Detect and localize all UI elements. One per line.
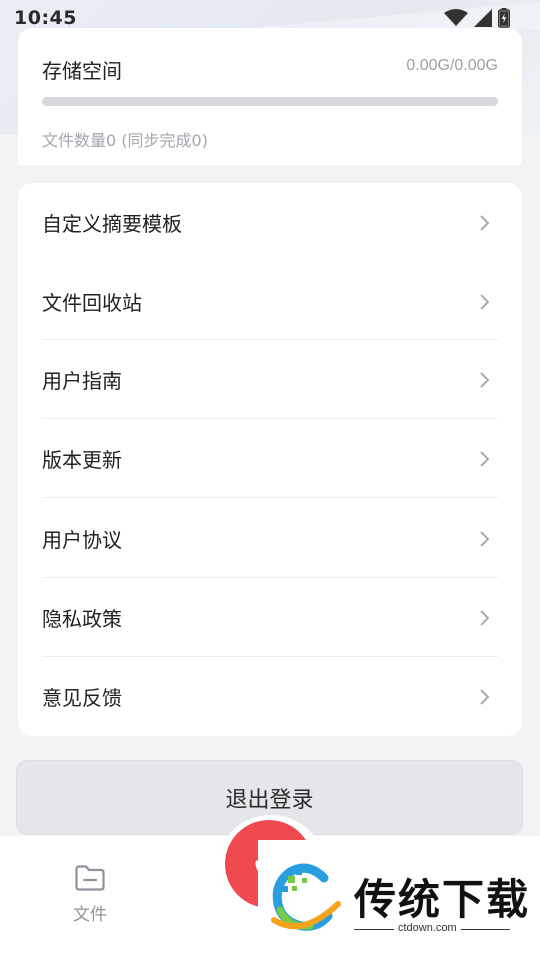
menu-item-version-update[interactable]: 版本更新 xyxy=(42,419,498,498)
menu-item-label: 意见反馈 xyxy=(42,686,122,710)
chevron-right-icon xyxy=(480,214,490,231)
menu-item-feedback[interactable]: 意见反馈 xyxy=(42,657,498,736)
menu-item-label: 自定义摘要模板 xyxy=(42,212,182,236)
storage-progress-bar xyxy=(42,97,498,106)
storage-card: 存储空间 0.00G/0.00G 文件数量0 (同步完成0) xyxy=(18,28,522,165)
menu-item-user-agreement[interactable]: 用户协议 xyxy=(42,499,498,578)
ctdown-logo-icon xyxy=(271,863,341,931)
chevron-right-icon xyxy=(480,609,490,626)
cell-signal-icon xyxy=(474,9,492,27)
menu-item-label: 用户协议 xyxy=(42,528,122,552)
battery-charging-icon xyxy=(498,8,510,28)
menu-divider xyxy=(42,497,498,498)
menu-item-user-guide[interactable]: 用户指南 xyxy=(42,340,498,419)
menu-item-label: 版本更新 xyxy=(42,448,122,472)
status-time: 10:45 xyxy=(14,7,77,29)
folder-icon xyxy=(75,865,105,891)
menu-item-file-recycle-bin[interactable]: 文件回收站 xyxy=(42,262,498,341)
storage-title: 存储空间 xyxy=(42,59,122,83)
storage-value: 0.00G/0.00G xyxy=(406,57,498,74)
watermark-url: ctdown.com xyxy=(394,922,461,934)
status-icons xyxy=(444,8,510,28)
chevron-right-icon xyxy=(480,450,490,467)
menu-item-label: 用户指南 xyxy=(42,369,122,393)
menu-item-privacy-policy[interactable]: 隐私政策 xyxy=(42,578,498,657)
chevron-right-icon xyxy=(480,530,490,547)
watermark-text: 传统下载 xyxy=(354,875,531,924)
chevron-right-icon xyxy=(480,293,490,310)
menu-item-label: 隐私政策 xyxy=(42,607,122,631)
wifi-icon xyxy=(444,9,468,27)
file-count: 文件数量0 (同步完成0) xyxy=(42,131,208,150)
nav-tab-files[interactable]: 文件 xyxy=(60,864,120,925)
menu-item-label: 文件回收站 xyxy=(42,291,142,315)
watermark: 传统下载 ctdown.com xyxy=(258,840,540,960)
menu-card: 自定义摘要模板 文件回收站 用户指南 版本更新 用户协议 隐私政策 意见反馈 xyxy=(18,183,522,736)
chevron-right-icon xyxy=(480,688,490,705)
menu-item-custom-summary-template[interactable]: 自定义摘要模板 xyxy=(42,183,498,262)
nav-tab-files-label: 文件 xyxy=(73,905,107,925)
chevron-right-icon xyxy=(480,371,490,388)
